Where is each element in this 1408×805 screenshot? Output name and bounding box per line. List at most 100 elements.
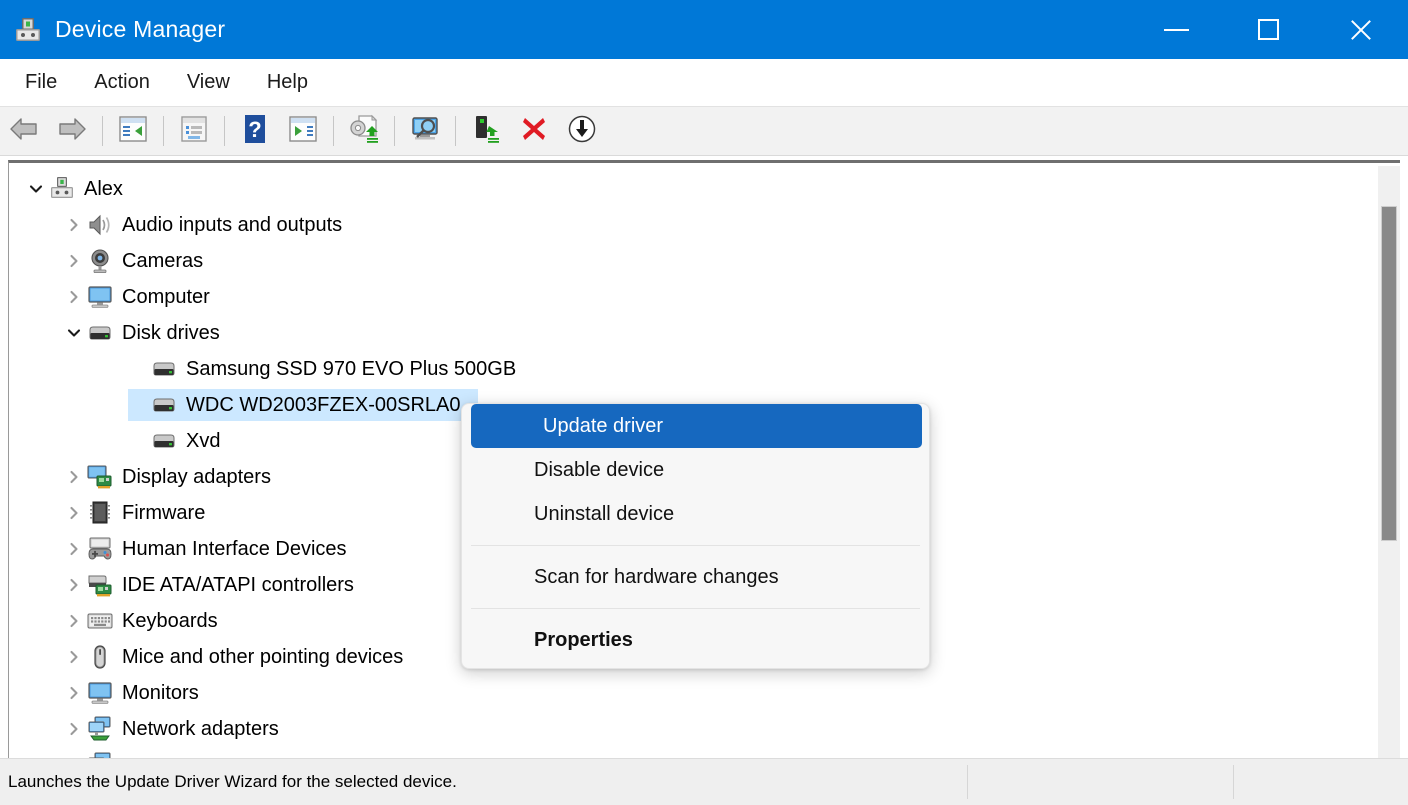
scan-icon bbox=[409, 115, 441, 148]
chevron-down-icon[interactable] bbox=[23, 171, 49, 207]
update-driver-button[interactable] bbox=[340, 109, 388, 153]
context-menu-item[interactable]: Scan for hardware changes bbox=[462, 555, 929, 599]
enable-device-button[interactable] bbox=[462, 109, 510, 153]
tree-item-label: Firmware bbox=[122, 501, 206, 524]
menu-item-help[interactable]: Help bbox=[252, 67, 323, 98]
close-icon bbox=[1348, 17, 1374, 43]
menu-item-view[interactable]: View bbox=[172, 67, 245, 98]
camera-icon bbox=[87, 248, 113, 274]
chevron-right-icon[interactable] bbox=[61, 279, 87, 315]
context-menu-item[interactable]: Uninstall device bbox=[462, 492, 929, 536]
status-message: Launches the Update Driver Wizard for th… bbox=[8, 772, 457, 791]
tree-item[interactable]: Samsung SSD 970 EVO Plus 500GB bbox=[9, 351, 1377, 387]
chevron-right-icon[interactable] bbox=[61, 603, 87, 639]
context-menu-item[interactable]: Disable device bbox=[462, 448, 929, 492]
tree-item[interactable]: Computer bbox=[9, 279, 1377, 315]
tree-item-label: Keyboards bbox=[122, 609, 218, 632]
firmware-chip-icon bbox=[87, 500, 113, 526]
tree-pane-icon bbox=[118, 115, 148, 148]
show-hide-action-pane-button[interactable] bbox=[279, 109, 327, 153]
tree-item-label: Computer bbox=[122, 285, 210, 308]
tree-item[interactable]: Alex bbox=[9, 171, 1377, 207]
chevron-right-icon[interactable] bbox=[61, 747, 87, 758]
context-menu-item[interactable]: Update driver bbox=[471, 404, 922, 448]
window-title: Device Manager bbox=[55, 16, 226, 42]
tree-item[interactable]: Cameras bbox=[9, 243, 1377, 279]
chevron-right-icon[interactable] bbox=[61, 495, 87, 531]
tree-item-label: Human Interface Devices bbox=[122, 537, 347, 560]
chevron-right-icon[interactable] bbox=[61, 675, 87, 711]
properties-button[interactable] bbox=[170, 109, 218, 153]
chevron-right-icon[interactable] bbox=[61, 639, 87, 675]
update-driver-icon bbox=[348, 114, 380, 149]
chevron-down-icon[interactable] bbox=[61, 315, 87, 351]
status-divider bbox=[967, 765, 968, 799]
toolbar: ? bbox=[0, 106, 1408, 156]
tree-item-label: WDC WD2003FZEX-00SRLA0 bbox=[186, 393, 461, 416]
chevron-right-icon[interactable] bbox=[61, 243, 87, 279]
ide-controller-icon bbox=[87, 572, 113, 598]
help-button[interactable]: ? bbox=[231, 109, 279, 153]
chevron-right-icon[interactable] bbox=[61, 459, 87, 495]
disk-drive-icon bbox=[87, 320, 113, 346]
tree-item-label: Samsung SSD 970 EVO Plus 500GB bbox=[186, 357, 517, 380]
tree-item-label: Audio inputs and outputs bbox=[122, 213, 343, 236]
tree-item-label: Disk drives bbox=[122, 321, 220, 344]
minimize-button[interactable] bbox=[1130, 0, 1222, 59]
uninstall-device-button[interactable] bbox=[510, 109, 558, 153]
hid-gamepad-icon bbox=[87, 536, 113, 562]
context-menu-item-label: Disable device bbox=[534, 458, 665, 481]
context-menu-item-label: Scan for hardware changes bbox=[534, 565, 779, 588]
network-adapter-icon bbox=[87, 716, 113, 742]
status-bar: Launches the Update Driver Wizard for th… bbox=[0, 758, 1408, 805]
forward-button[interactable] bbox=[48, 109, 96, 153]
mouse-icon bbox=[87, 644, 113, 670]
tree-item-label: Cameras bbox=[122, 249, 204, 272]
menu-bar: File Action View Help bbox=[0, 59, 1408, 106]
display-adapter-icon bbox=[87, 464, 113, 490]
tree-item-label: Xvd bbox=[186, 429, 221, 452]
title-bar: Device Manager bbox=[0, 0, 1408, 59]
chevron-right-icon[interactable] bbox=[61, 531, 87, 567]
disable-device-button[interactable] bbox=[558, 109, 606, 153]
back-button[interactable] bbox=[0, 109, 48, 153]
scrollbar-thumb[interactable] bbox=[1381, 206, 1397, 541]
vertical-scrollbar[interactable] bbox=[1378, 166, 1400, 758]
window-controls bbox=[1130, 0, 1408, 59]
disk-drive-icon bbox=[151, 356, 177, 382]
arrow-left-icon bbox=[8, 116, 40, 147]
status-divider bbox=[1233, 765, 1234, 799]
arrow-right-icon bbox=[56, 116, 88, 147]
context-menu-item-label: Properties bbox=[534, 628, 633, 651]
tree-item-partial[interactable] bbox=[9, 747, 1377, 758]
speaker-icon bbox=[87, 212, 113, 238]
context-menu[interactable]: Update driver Disable device Uninstall dev… bbox=[461, 403, 930, 669]
uninstall-icon bbox=[520, 115, 548, 148]
tree-item[interactable]: Monitors bbox=[9, 675, 1377, 711]
menu-item-action[interactable]: Action bbox=[79, 67, 165, 98]
maximize-button[interactable] bbox=[1222, 0, 1314, 59]
toolbar-separator bbox=[163, 116, 164, 146]
chevron-right-icon[interactable] bbox=[61, 207, 87, 243]
tree-item[interactable]: Network adapters bbox=[9, 711, 1377, 747]
network-adapter-icon bbox=[87, 752, 113, 758]
tree-item[interactable]: Disk drives bbox=[9, 315, 1377, 351]
monitor-icon bbox=[87, 284, 113, 310]
menu-item-file[interactable]: File bbox=[10, 67, 72, 98]
chevron-right-icon[interactable] bbox=[61, 567, 87, 603]
disable-icon bbox=[567, 114, 597, 149]
device-manager-icon bbox=[13, 15, 43, 45]
context-menu-item[interactable]: Properties bbox=[462, 618, 929, 662]
action-pane-icon bbox=[288, 115, 318, 148]
close-button[interactable] bbox=[1314, 0, 1408, 59]
tree-item-label: IDE ATA/ATAPI controllers bbox=[122, 573, 354, 596]
chevron-right-icon[interactable] bbox=[61, 711, 87, 747]
context-menu-item-label: Update driver bbox=[543, 414, 664, 437]
toolbar-separator bbox=[455, 116, 456, 146]
show-hide-console-tree-button[interactable] bbox=[109, 109, 157, 153]
scan-for-hardware-changes-button[interactable] bbox=[401, 109, 449, 153]
tree-item[interactable]: Audio inputs and outputs bbox=[9, 207, 1377, 243]
